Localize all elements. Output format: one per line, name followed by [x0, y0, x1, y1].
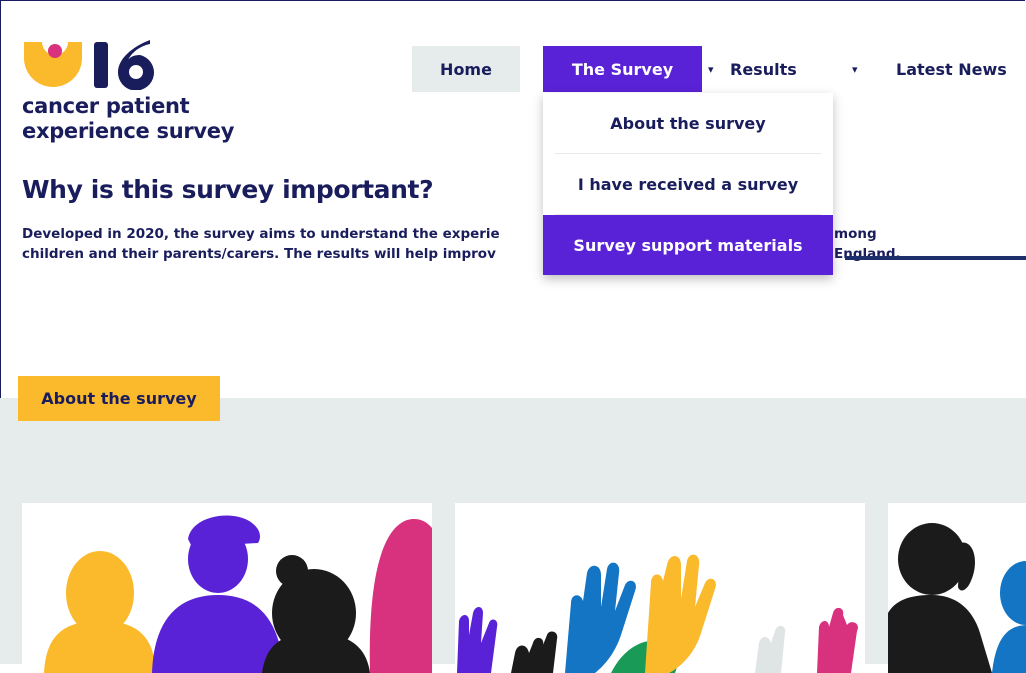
- menu-item-about-the-survey[interactable]: About the survey: [543, 93, 833, 153]
- page-heading: Why is this survey important?: [22, 175, 434, 204]
- intro-right-line-1: mong: [834, 226, 877, 242]
- results-caret-icon[interactable]: ▾: [852, 46, 858, 92]
- card-silhouettes-image[interactable]: [888, 503, 1026, 673]
- menu-item-survey-support-materials[interactable]: Survey support materials: [543, 215, 833, 275]
- intro-paragraph: Developed in 2020, the survey aims to un…: [22, 224, 542, 264]
- intro-line-1: Developed in 2020, the survey aims to un…: [22, 226, 500, 242]
- section-tag-about-the-survey: About the survey: [18, 376, 220, 421]
- people-silhouettes-icon: [44, 515, 432, 673]
- ponytail-silhouette-icon: [888, 523, 1026, 673]
- nav-the-survey[interactable]: The Survey: [543, 46, 702, 92]
- intro-line-2: children and their parents/carers. The r…: [22, 246, 496, 262]
- menu-item-received-survey[interactable]: I have received a survey: [543, 154, 833, 214]
- nav-home[interactable]: Home: [412, 46, 520, 92]
- decorative-bar: [845, 256, 1026, 260]
- logo-text-line1: cancer patient: [22, 94, 190, 118]
- survey-dropdown-menu: About the survey I have received a surve…: [543, 93, 833, 275]
- intro-right-line-2: England.: [834, 246, 901, 262]
- raised-hands-icon: [457, 554, 858, 673]
- the-survey-caret-icon[interactable]: ▾: [708, 46, 714, 92]
- card-people-image[interactable]: [22, 503, 432, 673]
- nav-latest-news[interactable]: Latest News: [896, 46, 1007, 92]
- card-hands-image[interactable]: [455, 503, 865, 673]
- nav-results[interactable]: Results: [730, 46, 797, 92]
- logo-text-line2: experience survey: [22, 119, 235, 143]
- logo-mark-icon: [24, 40, 154, 90]
